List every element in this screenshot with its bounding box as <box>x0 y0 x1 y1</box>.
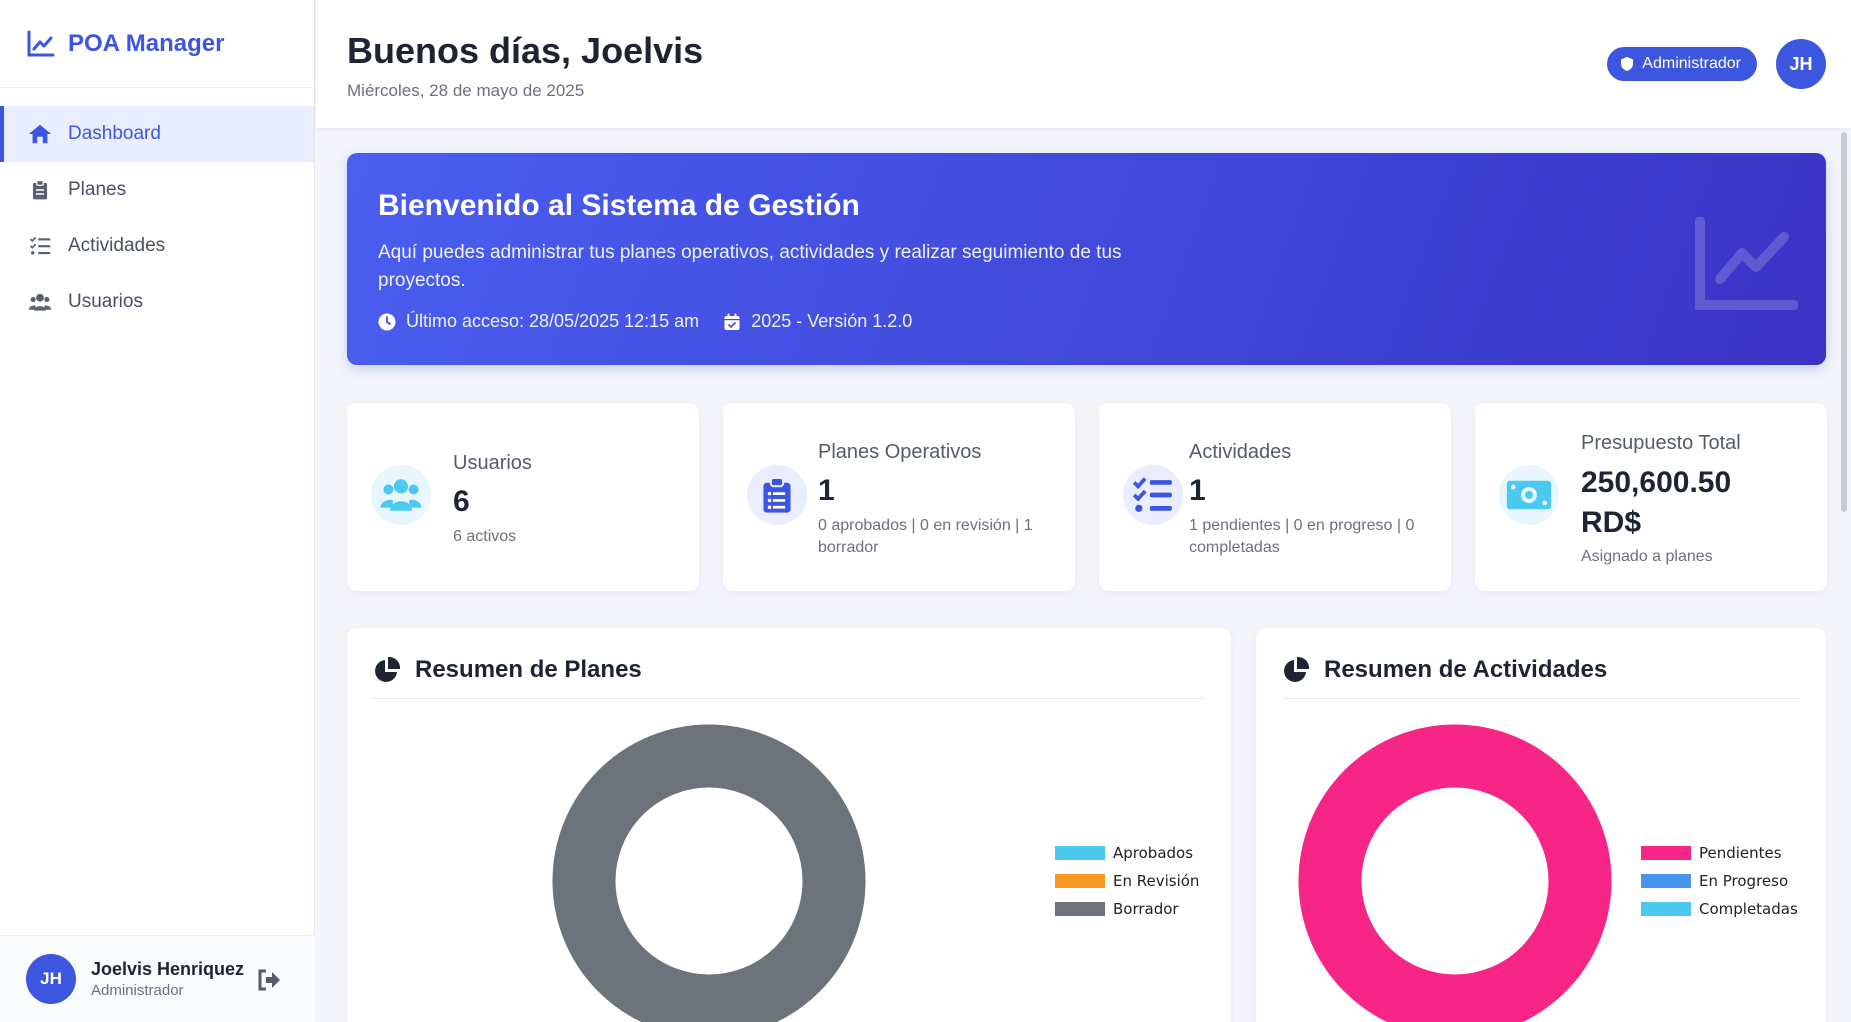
sidebar-item-label: Actividades <box>68 235 166 256</box>
calendar-check-icon <box>724 313 740 330</box>
chart-pie-icon <box>375 656 401 682</box>
stat-card-presupuesto: Presupuesto Total 250,600.50 RD$ Asignad… <box>1475 403 1827 591</box>
plans-donut-chart <box>552 724 866 1022</box>
stat-card-usuarios: Usuarios 6 6 activos <box>347 403 699 591</box>
chart-line-icon <box>27 30 55 56</box>
stat-sub: 1 pendientes | 0 en progreso | 0 complet… <box>1189 517 1415 556</box>
stat-value: 1 <box>818 474 835 507</box>
stat-card-actividades: Actividades 1 1 pendientes | 0 en progre… <box>1099 403 1451 591</box>
stat-sub: Asignado a planes <box>1581 548 1713 565</box>
stat-value: 1 <box>1189 474 1206 507</box>
stat-label: Usuarios <box>453 452 532 474</box>
clipboard-icon <box>26 176 54 204</box>
clock-icon <box>378 313 396 330</box>
header-avatar[interactable]: JH <box>1776 39 1826 89</box>
welcome-banner: Bienvenido al Sistema de Gestión Aquí pu… <box>347 153 1826 365</box>
clipboard-icon <box>747 465 807 525</box>
plans-legend: Aprobados En Revisión Borrador <box>1055 839 1199 923</box>
shield-icon <box>1621 57 1634 71</box>
stat-label: Actividades <box>1189 441 1292 463</box>
chart-slice-borrador[interactable] <box>552 724 866 1022</box>
sidebar-item-label: Dashboard <box>68 123 161 144</box>
brand[interactable]: POA Manager <box>0 0 314 88</box>
tasks-icon <box>26 232 54 260</box>
app-name: POA Manager <box>68 29 225 57</box>
role-badge-label: Administrador <box>1642 55 1741 72</box>
stat-value: 6 <box>453 485 470 518</box>
avatar[interactable]: JH <box>26 954 76 1004</box>
sidebar-item-actividades[interactable]: Actividades <box>0 218 314 274</box>
sidebar-item-label: Usuarios <box>68 291 143 312</box>
tasks-icon <box>1123 465 1183 525</box>
sidebar-nav: Dashboard Planes Actividades Usuarios <box>0 88 314 330</box>
banner-description: Aquí puedes administrar tus planes opera… <box>378 242 1122 291</box>
legend-item[interactable]: Aprobados <box>1055 839 1199 867</box>
users-icon <box>26 288 54 316</box>
stat-card-planes: Planes Operativos 1 0 aprobados | 0 en r… <box>723 403 1075 591</box>
user-role: Administrador <box>91 982 184 999</box>
legend-label: Aprobados <box>1113 844 1194 862</box>
legend-label: Borrador <box>1113 900 1179 918</box>
sidebar: POA Manager Dashboard Planes Actividades… <box>0 0 315 1022</box>
panel-divider <box>1282 698 1800 699</box>
activities-legend: Pendientes En Progreso Completadas <box>1641 839 1798 923</box>
current-date: Miércoles, 28 de mayo de 2025 <box>347 81 585 100</box>
legend-item[interactable]: Pendientes <box>1641 839 1798 867</box>
plans-summary-panel: Resumen de Planes Aprobados En Revisión … <box>347 628 1231 1022</box>
activities-summary-panel: Resumen de Actividades Pendientes En Pro… <box>1256 628 1826 1022</box>
top-header: Buenos días, Joelvis Miércoles, 28 de ma… <box>316 0 1851 128</box>
stat-value: 250,600.50 RD$ <box>1581 466 1732 539</box>
legend-label: En Progreso <box>1699 872 1789 890</box>
sidebar-item-dashboard[interactable]: Dashboard <box>0 106 314 162</box>
sidebar-item-label: Planes <box>68 179 127 200</box>
legend-label: Completadas <box>1699 900 1798 918</box>
sidebar-item-planes[interactable]: Planes <box>0 162 314 218</box>
legend-label: En Revisión <box>1113 872 1200 890</box>
scrollbar[interactable] <box>1841 132 1847 512</box>
user-name: Joelvis Henriquez <box>91 959 245 979</box>
legend-swatch <box>1641 902 1691 916</box>
legend-swatch <box>1055 874 1105 888</box>
legend-label: Pendientes <box>1699 844 1782 862</box>
sidebar-user: JH Joelvis Henriquez Administrador <box>0 935 315 1022</box>
legend-item[interactable]: Borrador <box>1055 895 1199 923</box>
version: 2025 - Versión 1.2.0 <box>751 311 913 331</box>
panel-title: Resumen de Planes <box>415 656 642 683</box>
chart-line-icon <box>1695 217 1798 310</box>
last-access: Último acceso: 28/05/2025 12:15 am <box>406 311 700 331</box>
legend-item[interactable]: Completadas <box>1641 895 1798 923</box>
logout-icon[interactable] <box>255 966 283 994</box>
stat-sub: 0 aprobados | 0 en revisión | 1 borrador <box>818 517 1033 556</box>
chart-slice-pendientes[interactable] <box>1298 724 1612 1022</box>
banner-title: Bienvenido al Sistema de Gestión <box>378 189 860 222</box>
legend-swatch <box>1055 846 1105 860</box>
stat-label: Planes Operativos <box>818 441 982 463</box>
sidebar-item-usuarios[interactable]: Usuarios <box>0 274 314 330</box>
activities-donut-chart <box>1298 724 1612 1022</box>
stat-label: Presupuesto Total <box>1581 432 1741 454</box>
legend-item[interactable]: En Revisión <box>1055 867 1199 895</box>
role-badge: Administrador <box>1607 47 1757 81</box>
panel-divider <box>373 698 1205 699</box>
legend-swatch <box>1641 874 1691 888</box>
stat-sub: 6 activos <box>453 528 517 545</box>
page-title: Buenos días, Joelvis <box>347 30 704 71</box>
legend-swatch <box>1641 846 1691 860</box>
legend-item[interactable]: En Progreso <box>1641 867 1798 895</box>
chart-pie-icon <box>1284 656 1310 682</box>
money-icon <box>1499 465 1559 525</box>
home-icon <box>26 120 54 148</box>
legend-swatch <box>1055 902 1105 916</box>
panel-title: Resumen de Actividades <box>1324 656 1608 683</box>
users-icon <box>371 465 431 525</box>
